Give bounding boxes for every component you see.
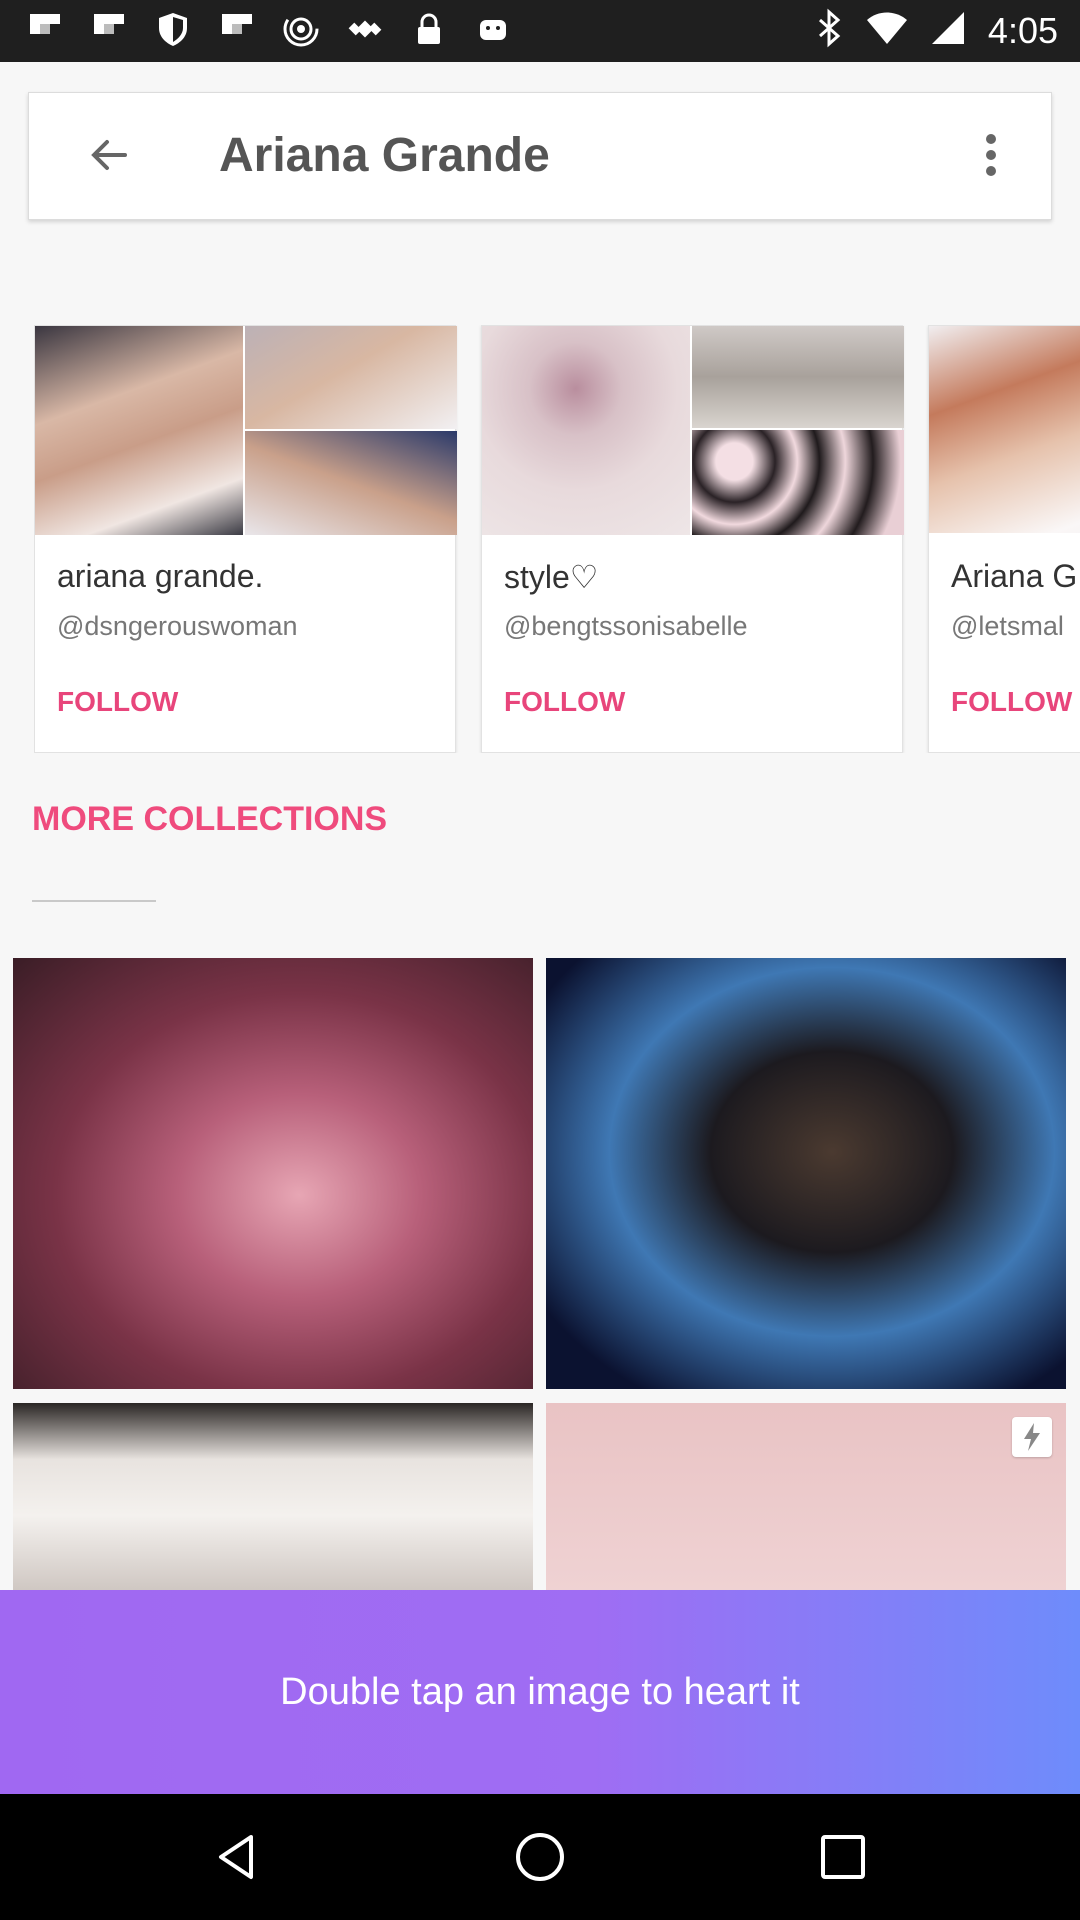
arrow-left-icon (91, 140, 127, 170)
android-icon (474, 10, 512, 48)
hint-banner[interactable]: Double tap an image to heart it (0, 1590, 1080, 1794)
photo-tile[interactable] (546, 958, 1066, 1389)
app-bar: Ariana Grande (28, 92, 1052, 220)
nav-home-button[interactable] (510, 1827, 570, 1887)
hint-text: Double tap an image to heart it (280, 1671, 800, 1713)
flipboard-icon (218, 10, 256, 48)
photo-tile[interactable] (546, 1403, 1066, 1591)
photo-tile[interactable] (13, 1403, 533, 1591)
collection-image (35, 326, 243, 535)
collection-card[interactable]: Ariana G @letsmal FOLLOW (928, 325, 1080, 753)
bluetooth-icon (814, 8, 844, 53)
status-time: 4:05 (987, 9, 1058, 51)
collection-image (692, 326, 904, 428)
page-title: Ariana Grande (219, 129, 550, 182)
system-icons: 4:05 (814, 8, 1058, 53)
follow-button[interactable]: FOLLOW (951, 686, 1072, 718)
collection-image (692, 430, 904, 535)
overflow-menu-button[interactable] (971, 125, 1011, 185)
recents-square-icon (821, 1835, 865, 1879)
more-collections-heading: MORE COLLECTIONS (32, 800, 388, 838)
back-triangle-icon (219, 1835, 253, 1879)
section-divider (32, 900, 156, 902)
flipboard-icon (90, 10, 128, 48)
collection-handle[interactable]: @dsngerouswoman (57, 611, 298, 642)
collections-carousel[interactable]: ariana grande. @dsngerouswoman FOLLOW st… (34, 325, 1080, 753)
follow-button[interactable]: FOLLOW (57, 686, 178, 718)
signal-icon (930, 10, 966, 51)
collection-image (245, 431, 457, 535)
collection-handle[interactable]: @letsmal (951, 611, 1064, 642)
collection-card[interactable]: style♡ @bengtssonisabelle FOLLOW (481, 325, 904, 753)
collection-image (245, 326, 457, 429)
lightning-badge[interactable] (1012, 1417, 1052, 1457)
wifi-icon (866, 10, 908, 51)
collection-image (929, 326, 1080, 533)
collection-thumbnails (35, 326, 457, 535)
collection-thumbnails (929, 326, 1080, 533)
back-button[interactable] (79, 125, 139, 185)
hotspot-icon (282, 10, 320, 48)
home-circle-icon (516, 1833, 564, 1881)
collection-image (482, 326, 690, 535)
more-vert-icon (986, 134, 996, 176)
collection-name: style♡ (504, 559, 599, 595)
lock-icon (410, 10, 448, 48)
collection-name: Ariana G (951, 558, 1078, 594)
collection-card[interactable]: ariana grande. @dsngerouswoman FOLLOW (34, 325, 457, 753)
notification-icons (26, 10, 512, 48)
system-nav-bar (0, 1794, 1080, 1920)
collection-name: ariana grande. (57, 558, 264, 594)
nav-back-button[interactable] (207, 1827, 267, 1887)
follow-button[interactable]: FOLLOW (504, 686, 625, 718)
collection-handle[interactable]: @bengtssonisabelle (504, 611, 748, 642)
flipboard-icon (26, 10, 64, 48)
nav-recents-button[interactable] (813, 1827, 873, 1887)
fake-gps-icon (346, 10, 384, 48)
shield-icon (154, 10, 192, 48)
lightning-icon (1024, 1423, 1040, 1451)
photo-tile[interactable] (13, 958, 533, 1389)
collection-thumbnails (482, 326, 904, 535)
status-bar: 4:05 (0, 0, 1080, 62)
